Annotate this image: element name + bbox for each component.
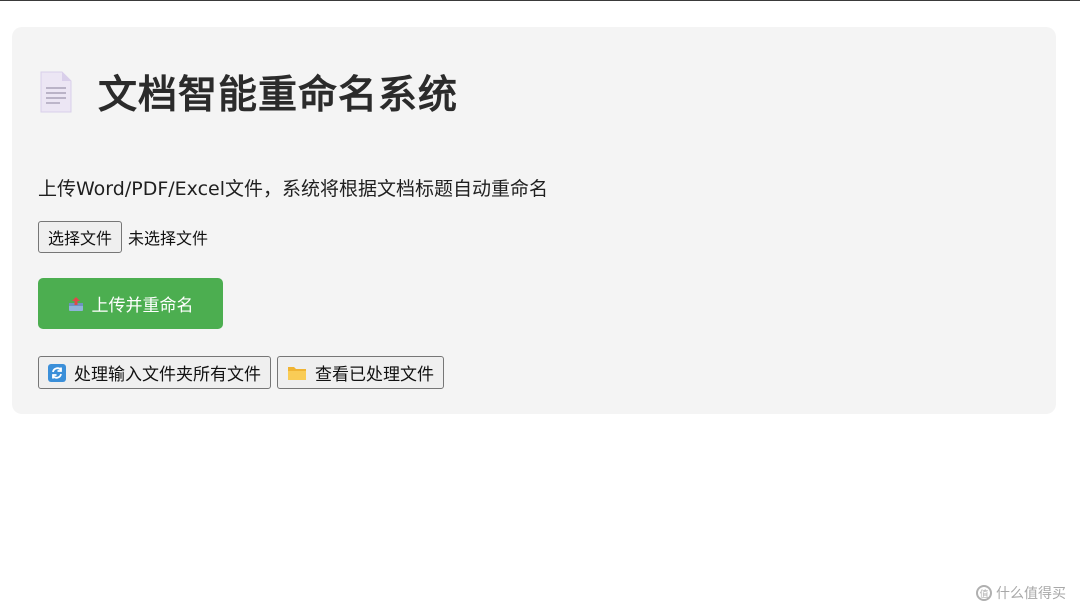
upload-rename-label: 上传并重命名 [91, 296, 194, 316]
view-processed-files-label: 查看已处理文件 [315, 365, 434, 385]
action-buttons: 处理输入文件夹所有文件 查看已处理文件 [38, 356, 450, 389]
process-input-folder-label: 处理输入文件夹所有文件 [74, 365, 261, 385]
upload-rename-button[interactable]: 上传并重命名 [38, 278, 223, 329]
process-input-folder-button[interactable]: 处理输入文件夹所有文件 [38, 356, 271, 389]
watermark-text: 什么值得买 [996, 586, 1066, 602]
refresh-icon [48, 363, 66, 382]
file-picker: 选择文件 未选择文件 [38, 221, 208, 253]
watermark: 值 什么值得买 [976, 583, 1066, 603]
page-header: 文档智能重命名系统 [36, 62, 458, 122]
window-top-border [0, 0, 1080, 1]
page-subtitle: 上传Word/PDF/Excel文件，系统将根据文档标题自动重命名 [38, 178, 548, 200]
view-processed-files-button[interactable]: 查看已处理文件 [277, 356, 444, 389]
document-icon [36, 69, 76, 115]
watermark-logo-icon: 值 [976, 585, 992, 601]
inbox-upload-icon [68, 296, 84, 312]
page-title: 文档智能重命名系统 [98, 73, 459, 118]
file-status-text: 未选择文件 [128, 229, 209, 248]
folder-icon [287, 364, 307, 382]
choose-file-button[interactable]: 选择文件 [38, 221, 123, 253]
